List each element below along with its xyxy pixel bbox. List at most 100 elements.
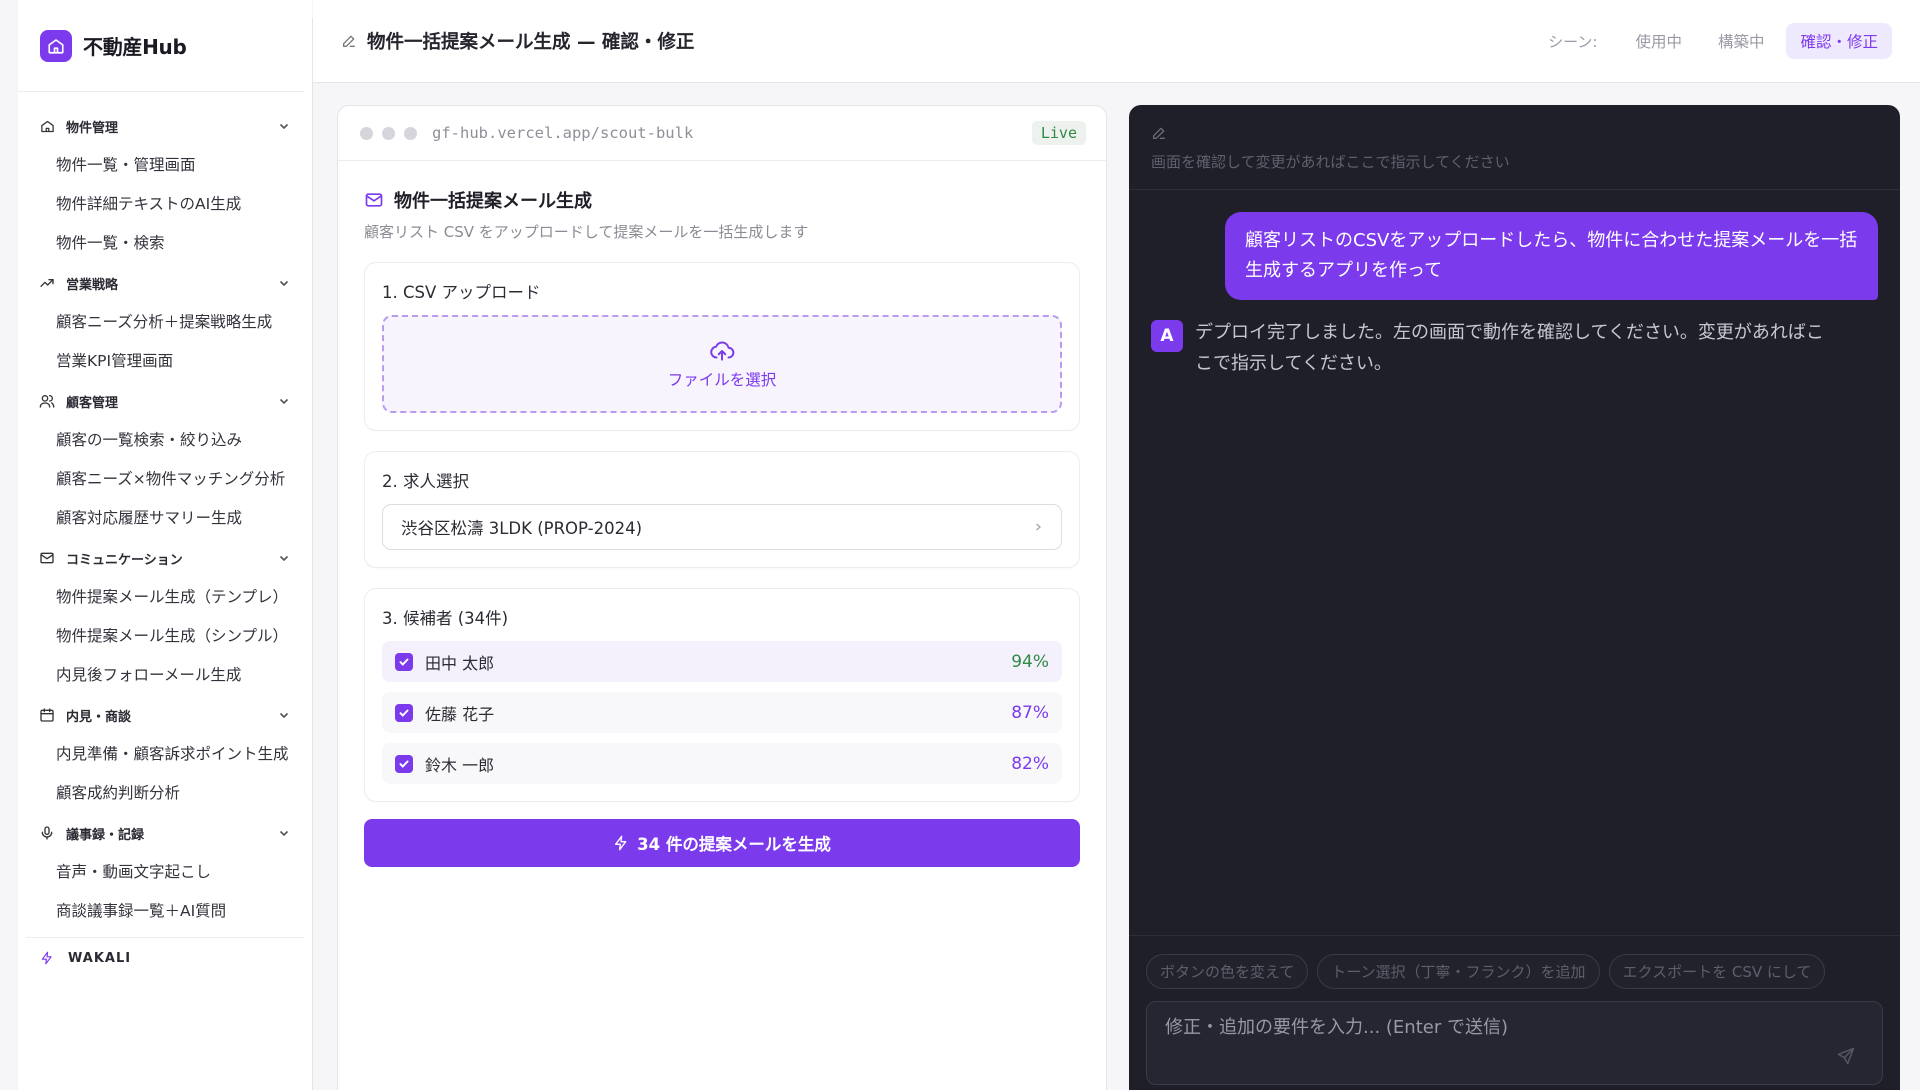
nav-group-label: 顧客管理	[66, 395, 119, 411]
chevron-down-icon	[279, 712, 289, 719]
nav-group-customers[interactable]: 顧客管理	[18, 381, 312, 421]
checkbox[interactable]	[395, 754, 413, 773]
trending-up-icon	[38, 274, 56, 292]
chevron-down-icon	[279, 555, 289, 562]
candidate-row[interactable]: 鈴木 一郎 82%	[382, 743, 1062, 784]
app-content: 物件一括提案メール生成 顧客リスト CSV をアップロードして提案メールを一括生…	[338, 161, 1106, 867]
sidebar-footer[interactable]: WAKALI	[18, 938, 312, 978]
scene-tab-in-use[interactable]: 使用中	[1621, 23, 1696, 59]
live-badge: Live	[1031, 121, 1086, 145]
property-select[interactable]: 渋谷区松濤 3LDK (PROP-2024)	[382, 504, 1062, 550]
chat-hint: 画面を確認して変更があればここで指示してください	[1151, 153, 1510, 171]
scene-switcher: シーン: 使用中 構築中 確認・修正	[1548, 23, 1892, 59]
sidebar-item-mail-template[interactable]: 物件提案メール生成（テンプレ）	[18, 578, 312, 617]
pencil-icon	[1153, 127, 1165, 139]
chevron-down-icon	[279, 398, 289, 405]
app-subtitle: 顧客リスト CSV をアップロードして提案メールを一括生成します	[364, 223, 809, 241]
candidate-name: 田中 太郎	[425, 653, 495, 673]
sidebar-footer-label: WAKALI	[68, 950, 132, 966]
sidebar-item-followup-mail[interactable]: 内見後フォローメール生成	[18, 656, 312, 695]
sidebar-item-property-list[interactable]: 物件一覧・管理画面	[18, 146, 312, 185]
selected-property: 渋谷区松濤 3LDK (PROP-2024)	[401, 519, 643, 538]
calendar-icon	[38, 706, 56, 724]
candidates-card: 3. 候補者 (34件) 田中 太郎 94% 佐藤 花子 87% 鈴木 一郎 8…	[364, 588, 1080, 802]
chat-input[interactable]	[1165, 1017, 1805, 1038]
mail-icon	[365, 193, 383, 207]
nav-group-label: 営業戦略	[66, 277, 119, 293]
sidebar-item-property-search[interactable]: 物件一覧・検索	[18, 224, 312, 263]
scene-tab-review[interactable]: 確認・修正	[1786, 23, 1892, 59]
preview-url[interactable]: gf-hub.vercel.app/scout-bulk	[432, 124, 693, 142]
chat-footer: ボタンの色を変えて トーン選択（丁寧・フランク）を追加 エクスポートを CSV …	[1129, 935, 1900, 1090]
app-title: 物件一括提案メール生成	[394, 191, 592, 212]
chat-header: 画面を確認して変更があればここで指示してください	[1129, 105, 1900, 190]
suggestion-chip[interactable]: ボタンの色を変えて	[1146, 954, 1309, 989]
sidebar-item-viewing-prep[interactable]: 内見準備・顧客訴求ポイント生成	[18, 735, 312, 774]
sidebar-item-property-ai-text[interactable]: 物件詳細テキストのAI生成	[18, 185, 312, 224]
candidate-name: 佐藤 花子	[425, 704, 495, 724]
nav-group-label: 議事録・記録	[66, 827, 145, 843]
property-select-card: 2. 求人選択 渋谷区松濤 3LDK (PROP-2024)	[364, 451, 1080, 568]
generate-emails-button[interactable]: 34 件の提案メールを生成	[364, 819, 1080, 867]
sidebar-item-meeting-minutes[interactable]: 商談議事録一覧＋AI質問	[18, 892, 312, 931]
generate-button-label: 34 件の提案メールを生成	[637, 835, 831, 854]
step3-label: 3. 候補者 (34件)	[382, 609, 509, 628]
brand[interactable]: 不動産Hub	[18, 0, 304, 92]
home-logo-icon	[40, 29, 72, 62]
sidebar-item-customer-search[interactable]: 顧客の一覧検索・絞り込み	[18, 421, 312, 460]
nav-group-viewing[interactable]: 内見・商談	[18, 695, 312, 735]
suggestion-chip[interactable]: エクスポートを CSV にして	[1608, 954, 1826, 989]
mail-icon	[38, 549, 56, 567]
window-dot-icon	[382, 126, 395, 140]
sidebar-item-customer-matching[interactable]: 顧客ニーズ×物件マッチング分析	[18, 460, 312, 499]
window-dot-icon	[360, 126, 373, 140]
assistant-avatar: A	[1151, 320, 1183, 352]
nav-group-communication[interactable]: コミュニケーション	[18, 538, 312, 578]
home-icon	[38, 117, 56, 135]
step2-label: 2. 求人選択	[382, 472, 469, 491]
candidate-score: 82%	[1011, 753, 1049, 774]
sidebar-item-mail-simple[interactable]: 物件提案メール生成（シンプル）	[18, 617, 312, 656]
sidebar-item-sales-kpi[interactable]: 営業KPI管理画面	[18, 342, 312, 381]
chevron-right-icon	[1036, 523, 1042, 531]
user-message: 顧客リストのCSVをアップロードしたら、物件に合わせた提案メールを一括生成するア…	[1225, 212, 1878, 300]
sidebar-item-contract-analysis[interactable]: 顧客成約判断分析	[18, 774, 312, 813]
brand-name: 不動産Hub	[83, 35, 187, 59]
nav-group-minutes[interactable]: 議事録・記録	[18, 813, 312, 853]
sidebar-item-transcription[interactable]: 音声・動画文字起こし	[18, 853, 312, 892]
candidate-row[interactable]: 田中 太郎 94%	[382, 641, 1062, 682]
nav-group-sales[interactable]: 営業戦略	[18, 263, 312, 303]
preview-panel: gf-hub.vercel.app/scout-bulk Live 物件一括提案…	[337, 105, 1107, 1090]
suggestion-chips: ボタンの色を変えて トーン選択（丁寧・フランク）を追加 エクスポートを CSV …	[1129, 936, 1900, 989]
page-title: 物件一括提案メール生成 — 確認・修正	[367, 32, 695, 53]
sidebar-item-needs-analysis[interactable]: 顧客ニーズ分析＋提案戦略生成	[18, 303, 312, 342]
suggestion-chip[interactable]: トーン選択（丁寧・フランク）を追加	[1317, 954, 1600, 989]
chevron-down-icon	[279, 123, 289, 130]
checkbox[interactable]	[395, 703, 413, 722]
bolt-icon	[615, 835, 627, 851]
nav-group-label: 物件管理	[66, 120, 119, 136]
app-title-row: 物件一括提案メール生成	[364, 187, 1080, 213]
checkbox[interactable]	[395, 652, 413, 671]
cloud-upload-icon	[710, 341, 735, 361]
candidate-score: 94%	[1011, 651, 1049, 672]
csv-dropzone[interactable]: ファイルを選択	[382, 315, 1062, 413]
chat-input-box[interactable]	[1146, 1001, 1883, 1085]
candidate-score: 87%	[1011, 702, 1049, 723]
scene-tab-building[interactable]: 構築中	[1704, 23, 1779, 59]
file-select-label: ファイルを選択	[667, 371, 777, 389]
candidate-row[interactable]: 佐藤 花子 87%	[382, 692, 1062, 733]
bolt-icon	[40, 951, 58, 965]
send-icon[interactable]	[1836, 1046, 1856, 1066]
users-icon	[38, 392, 56, 410]
sidebar-item-customer-history[interactable]: 顧客対応履歴サマリー生成	[18, 499, 312, 538]
chat-panel: 画面を確認して変更があればここで指示してください 顧客リストのCSVをアップロー…	[1129, 105, 1900, 1090]
nav-group-property[interactable]: 物件管理	[18, 106, 312, 146]
scene-label: シーン:	[1548, 32, 1598, 51]
step1-label: 1. CSV アップロード	[382, 283, 541, 302]
sidebar: 不動産Hub 物件管理 物件一覧・管理画面 物件詳細テキストのAI生成 物件一覧…	[18, 0, 312, 1090]
candidate-name: 鈴木 一郎	[425, 755, 495, 775]
pencil-icon	[343, 35, 355, 47]
csv-upload-card: 1. CSV アップロード ファイルを選択	[364, 262, 1080, 431]
sidebar-nav: 物件管理 物件一覧・管理画面 物件詳細テキストのAI生成 物件一覧・検索 営業戦…	[18, 92, 312, 978]
